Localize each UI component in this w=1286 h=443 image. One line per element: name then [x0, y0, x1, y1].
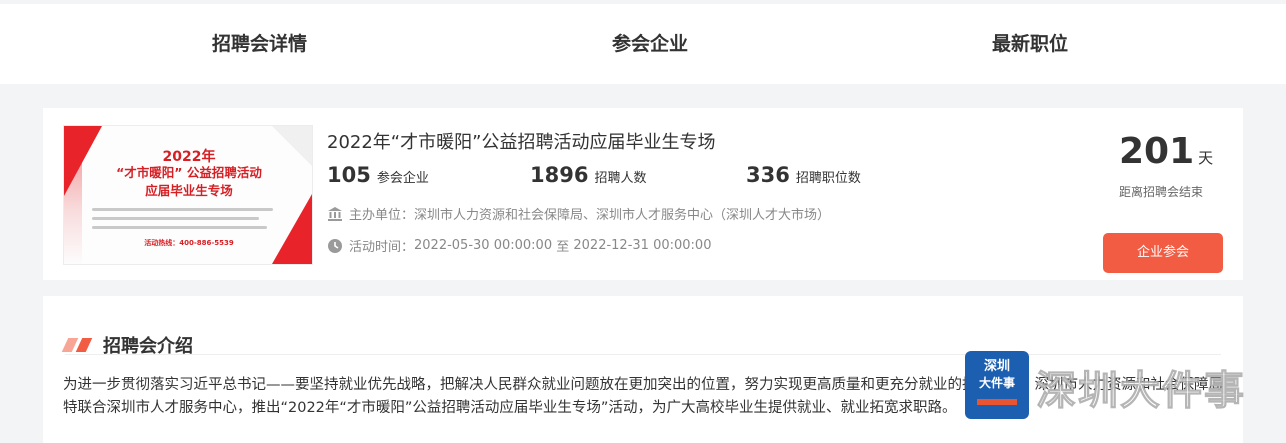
organizer-value: 深圳市人力资源和社会保障局、深圳市人才服务中心（深圳人才大市场）: [414, 208, 831, 223]
tab-fair-details[interactable]: 招聘会详情: [212, 4, 307, 84]
days-remaining: 201 天: [1119, 131, 1213, 172]
watermark-text: 深圳大件事: [1036, 368, 1246, 415]
poster-fine-print: [92, 208, 282, 235]
days-count: 201: [1119, 131, 1195, 172]
institution-icon: [328, 206, 342, 221]
tab-participating-companies[interactable]: 参会企业: [612, 4, 688, 84]
days-remaining-label: 距离招聘会结束: [1119, 185, 1204, 199]
time-label: 活动时间：: [349, 240, 415, 255]
clock-icon: [328, 238, 342, 253]
stat-companies: 105 参会企业: [327, 163, 429, 187]
organizer-info: 主办单位： 深圳市人力资源和社会保障局、深圳市人才服务中心（深圳人才大市场）: [327, 204, 830, 223]
event-time-info: 活动时间： 2022-05-30 00:00:00 至 2022-12-31 00…: [327, 236, 711, 255]
event-title[interactable]: 2022年“才市暖阳”公益招聘活动应届毕业生专场: [327, 128, 715, 154]
stat-hires: 1896 招聘人数: [530, 163, 647, 187]
divider: [65, 354, 1221, 355]
event-poster-image: 2022年 “才市暖阳” 公益招聘活动 应届毕业生专场 活动热线：400-886…: [63, 125, 313, 265]
top-tab-bar: 招聘会详情 参会企业 最新职位: [0, 4, 1286, 84]
poster-hotline: 活动热线：400-886-5539: [144, 239, 234, 247]
days-unit: 天: [1198, 149, 1214, 167]
time-separator: 至: [556, 240, 570, 255]
poster-title: “才市暖阳” 公益招聘活动 应届毕业生专场: [116, 165, 262, 198]
time-start: 2022-05-30 00:00:00: [414, 238, 553, 253]
organizer-label: 主办单位：: [349, 208, 415, 223]
stat-positions: 336 招聘职位数: [746, 163, 861, 187]
poster-year: 2022年: [162, 149, 216, 165]
watermark-logo: 深圳 大件事: [965, 351, 1029, 419]
time-end: 2022-12-31 00:00:00: [573, 238, 712, 253]
event-summary-card: 2022年 “才市暖阳” 公益招聘活动 应届毕业生专场 活动热线：400-886…: [43, 108, 1243, 280]
company-join-button[interactable]: 企业参会: [1103, 233, 1223, 273]
tab-latest-positions[interactable]: 最新职位: [992, 4, 1068, 84]
